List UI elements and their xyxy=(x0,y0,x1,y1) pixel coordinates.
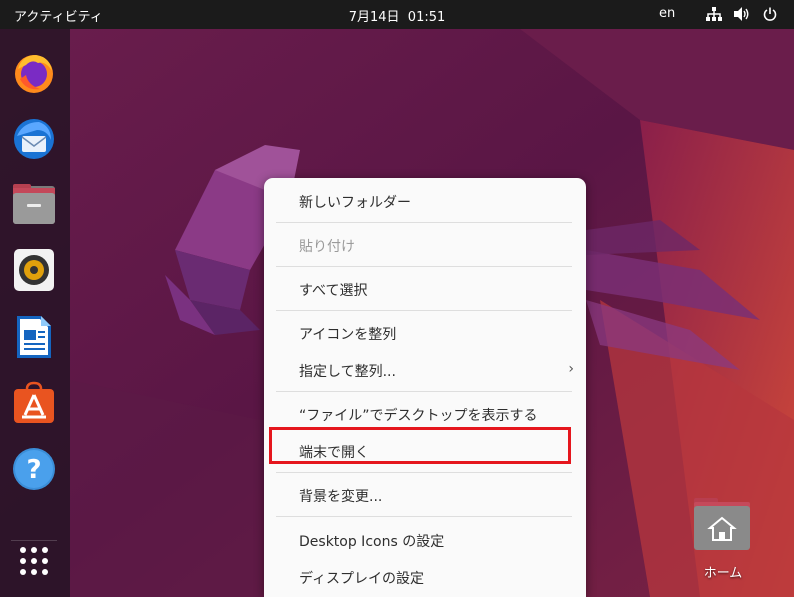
files-icon[interactable] xyxy=(9,179,59,229)
menu-item-select-all[interactable]: すべて選択 xyxy=(264,274,586,304)
menu-item-change-background[interactable]: 背景を変更... xyxy=(264,480,586,510)
menu-item-label: 端末で開く xyxy=(299,445,369,461)
menu-item-open-in-terminal[interactable]: 端末で開く xyxy=(264,436,586,466)
menu-separator xyxy=(276,310,572,311)
menu-item-label: ディスプレイの設定 xyxy=(299,571,425,587)
desktop-home-folder[interactable]: ホーム xyxy=(688,496,758,586)
menu-item-label: Desktop Icons の設定 xyxy=(299,534,445,550)
menu-separator xyxy=(276,391,572,392)
dock: ? xyxy=(0,29,70,597)
menu-item-label: “ファイル”でデスクトップを表示する xyxy=(299,408,538,424)
power-icon[interactable] xyxy=(760,4,780,24)
chevron-right-icon: › xyxy=(568,361,574,377)
firefox-icon[interactable] xyxy=(9,48,59,98)
menu-item-label: 貼り付け xyxy=(299,239,355,255)
thunderbird-icon[interactable] xyxy=(9,114,59,164)
menu-separator xyxy=(276,222,572,223)
menu-item-label: 指定して整列... xyxy=(299,364,396,380)
menu-separator xyxy=(276,516,572,517)
input-language-indicator[interactable]: en xyxy=(659,6,675,21)
volume-icon[interactable] xyxy=(732,4,752,24)
menu-item-new-folder[interactable]: 新しいフォルダー xyxy=(264,186,586,216)
menu-item-paste: 貼り付け xyxy=(264,230,586,260)
menu-item-desktop-icons-settings[interactable]: Desktop Icons の設定 xyxy=(264,525,586,555)
menu-item-label: アイコンを整列 xyxy=(299,327,397,343)
home-folder-label: ホーム xyxy=(703,566,743,581)
menu-item-arrange-icons[interactable]: アイコンを整列 xyxy=(264,318,586,348)
menu-separator xyxy=(276,266,572,267)
menu-item-label: すべて選択 xyxy=(299,283,368,299)
svg-text:?: ? xyxy=(26,455,41,485)
top-bar: アクティビティ 7月14日 01:51 en xyxy=(0,0,794,29)
rhythmbox-icon[interactable] xyxy=(9,245,59,295)
software-center-icon[interactable] xyxy=(9,378,59,428)
desktop-context-menu: 新しいフォルダー 貼り付け すべて選択 アイコンを整列 指定して整列... › … xyxy=(264,178,586,597)
activities-button[interactable]: アクティビティ xyxy=(14,6,103,25)
clock[interactable]: 7月14日 01:51 xyxy=(349,10,446,25)
menu-item-display-settings[interactable]: ディスプレイの設定 xyxy=(264,562,586,592)
network-icon[interactable] xyxy=(704,4,724,24)
menu-item-show-desktop-in-files[interactable]: “ファイル”でデスクトップを表示する xyxy=(264,399,586,429)
show-apps-icon[interactable] xyxy=(9,536,59,586)
menu-item-arrange-by[interactable]: 指定して整列... › xyxy=(264,355,586,385)
libreoffice-writer-icon[interactable] xyxy=(9,312,59,362)
home-folder-icon xyxy=(694,498,750,550)
menu-item-label: 背景を変更... xyxy=(299,489,383,505)
menu-separator xyxy=(276,472,572,473)
help-icon[interactable]: ? xyxy=(9,444,59,494)
menu-item-label: 新しいフォルダー xyxy=(299,195,411,211)
